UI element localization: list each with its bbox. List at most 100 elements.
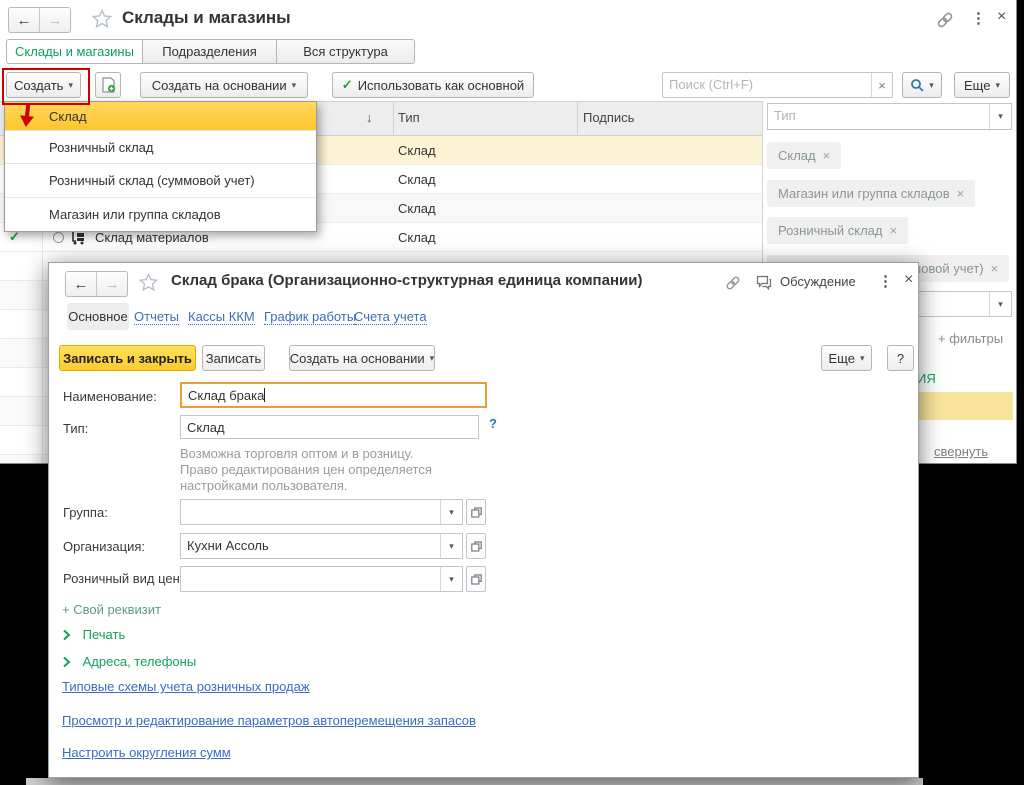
remove-tag-icon[interactable]: × [890, 223, 898, 238]
search-clear-icon[interactable]: × [871, 73, 892, 97]
filter-tag[interactable]: Розничный склад× [767, 217, 908, 244]
sort-desc-icon[interactable]: ↓ [366, 110, 373, 125]
group-field[interactable]: ▾ [180, 499, 463, 525]
text-cursor [264, 388, 265, 402]
search-icon [910, 78, 924, 92]
organization-open-button[interactable] [466, 533, 486, 559]
new-document-icon [101, 77, 116, 93]
retail-price-open-button[interactable] [466, 566, 486, 592]
remove-tag-icon[interactable]: × [991, 261, 999, 276]
menu-item-retail-warehouse[interactable]: Розничный склад [5, 130, 316, 163]
link-icon[interactable] [936, 11, 954, 29]
forward-button[interactable]: → [39, 8, 70, 32]
column-header-caption[interactable]: Подпись [583, 110, 634, 125]
window-menu-icon[interactable]: ⋮ [971, 9, 986, 27]
search-input[interactable]: Поиск (Ctrl+F) × [662, 72, 893, 98]
organization-field[interactable]: Кухни Ассоль ▾ [180, 533, 463, 559]
window-close-icon[interactable]: × [997, 8, 1006, 26]
chevron-down-icon: ▾ [430, 353, 435, 364]
history-nav-group: ← → [65, 271, 128, 297]
back-button[interactable]: ← [66, 272, 96, 296]
menu-item-store-or-group[interactable]: Магазин или группа складов [5, 197, 316, 231]
retail-schemes-link[interactable]: Типовые схемы учета розничных продаж [62, 679, 310, 694]
filter-tag[interactable]: Магазин или группа складов× [767, 180, 975, 207]
forward-button[interactable]: → [96, 272, 127, 296]
window-menu-icon[interactable]: ⋮ [878, 272, 893, 290]
organization-label: Организация: [63, 539, 145, 554]
chevron-down-icon[interactable]: ▾ [440, 534, 462, 558]
link-icon[interactable] [725, 275, 741, 291]
type-filter-placeholder: Тип [768, 104, 989, 129]
desktop: ← → Склады и магазины ⋮ × Склады и магаз… [0, 0, 1024, 785]
warehouse-dialog: ← → Склад брака (Организационно-структур… [48, 262, 919, 778]
back-icon: ← [17, 12, 32, 29]
chevron-down-icon[interactable]: ▾ [440, 500, 462, 524]
nav-link-schedule[interactable]: График работы [264, 309, 356, 325]
rounding-settings-link[interactable]: Настроить округления сумм [62, 745, 231, 760]
chevron-down-icon[interactable]: ▾ [989, 292, 1011, 316]
view-tab-departments[interactable]: Подразделения [142, 39, 277, 64]
type-filter-input[interactable]: Тип ▾ [767, 103, 1012, 130]
view-tab-structure[interactable]: Вся структура [276, 39, 415, 64]
create-menu: Склад Розничный склад Розничный склад (с… [4, 101, 317, 232]
nav-link-accounts[interactable]: Счета учета [354, 309, 427, 325]
name-label: Наименование: [63, 389, 157, 404]
remove-tag-icon[interactable]: × [957, 186, 965, 201]
type-field[interactable]: Склад [180, 415, 479, 439]
save-and-close-button[interactable]: Записать и закрыть [59, 345, 196, 371]
type-hint: Возможна торговля оптом и в розницу. Пра… [180, 446, 432, 494]
window-close-icon[interactable]: × [904, 271, 913, 289]
more-button[interactable]: Еще▾ [954, 72, 1010, 98]
addresses-section-toggle[interactable]: Адреса, телефоны [62, 654, 196, 669]
discussion-icon[interactable] [756, 275, 772, 290]
nav-link-kkm[interactable]: Кассы ККМ [188, 309, 255, 325]
header-divider [577, 101, 578, 136]
create-based-on-button[interactable]: Создать на основании▾ [289, 345, 435, 371]
forward-icon: → [105, 276, 120, 293]
discussion-label[interactable]: Обсуждение [780, 274, 856, 289]
name-field[interactable]: Склад брака [180, 382, 487, 408]
custom-attribute-link[interactable]: + Свой реквизит [62, 602, 161, 617]
check-icon: ✓ [342, 77, 353, 93]
create-based-on-button[interactable]: Создать на основании▾ [140, 72, 308, 98]
use-as-primary-button[interactable]: ✓ Использовать как основной [332, 72, 534, 98]
nav-tab-main[interactable]: Основное [67, 303, 129, 330]
chevron-right-icon [62, 656, 71, 668]
chevron-down-icon[interactable]: ▾ [989, 104, 1011, 129]
chevron-down-icon: ▾ [292, 80, 297, 91]
more-button[interactable]: Еще▾ [821, 345, 872, 371]
type-label: Тип: [63, 421, 88, 436]
retail-price-field[interactable]: ▾ [180, 566, 463, 592]
menu-item-retail-warehouse-sum[interactable]: Розничный склад (суммовой учет) [5, 163, 316, 197]
type-help-icon[interactable]: ? [489, 416, 497, 431]
column-header-type[interactable]: Тип [398, 110, 420, 125]
view-tab-warehouses[interactable]: Склады и магазины [6, 39, 143, 64]
search-options-button[interactable]: ▾ [902, 72, 942, 98]
favorite-star-icon[interactable] [92, 9, 112, 29]
chevron-down-icon: ▾ [995, 80, 1000, 91]
save-button[interactable]: Записать [202, 345, 265, 371]
help-button[interactable]: ? [887, 345, 914, 371]
auto-move-params-link[interactable]: Просмотр и редактирование параметров авт… [62, 713, 476, 728]
print-section-toggle[interactable]: Печать [62, 627, 125, 642]
search-placeholder: Поиск (Ctrl+F) [663, 73, 871, 97]
chevron-down-icon: ▾ [929, 80, 934, 91]
window-edge [26, 778, 923, 785]
dialog-title: Склад брака (Организационно-структурная … [171, 272, 642, 289]
filters-link[interactable]: + фильтры [938, 331, 1003, 346]
menu-item-warehouse[interactable]: Склад [5, 102, 316, 130]
collapse-link[interactable]: свернуть [934, 444, 988, 459]
radio-icon [53, 232, 64, 243]
favorite-star-icon[interactable] [139, 273, 158, 292]
remove-tag-icon[interactable]: × [823, 148, 831, 163]
chevron-down-icon[interactable]: ▾ [440, 567, 462, 591]
chevron-down-icon: ▾ [860, 353, 865, 364]
filter-tag[interactable]: Склад× [767, 142, 841, 169]
nav-link-reports[interactable]: Отчеты [134, 309, 179, 325]
back-button[interactable]: ← [9, 8, 39, 32]
retail-price-label: Розничный вид цен: [63, 571, 183, 586]
annotation-highlight [2, 68, 90, 105]
annotation-arrow-icon [18, 103, 36, 129]
create-group-button[interactable] [95, 72, 121, 98]
group-open-button[interactable] [466, 499, 486, 525]
